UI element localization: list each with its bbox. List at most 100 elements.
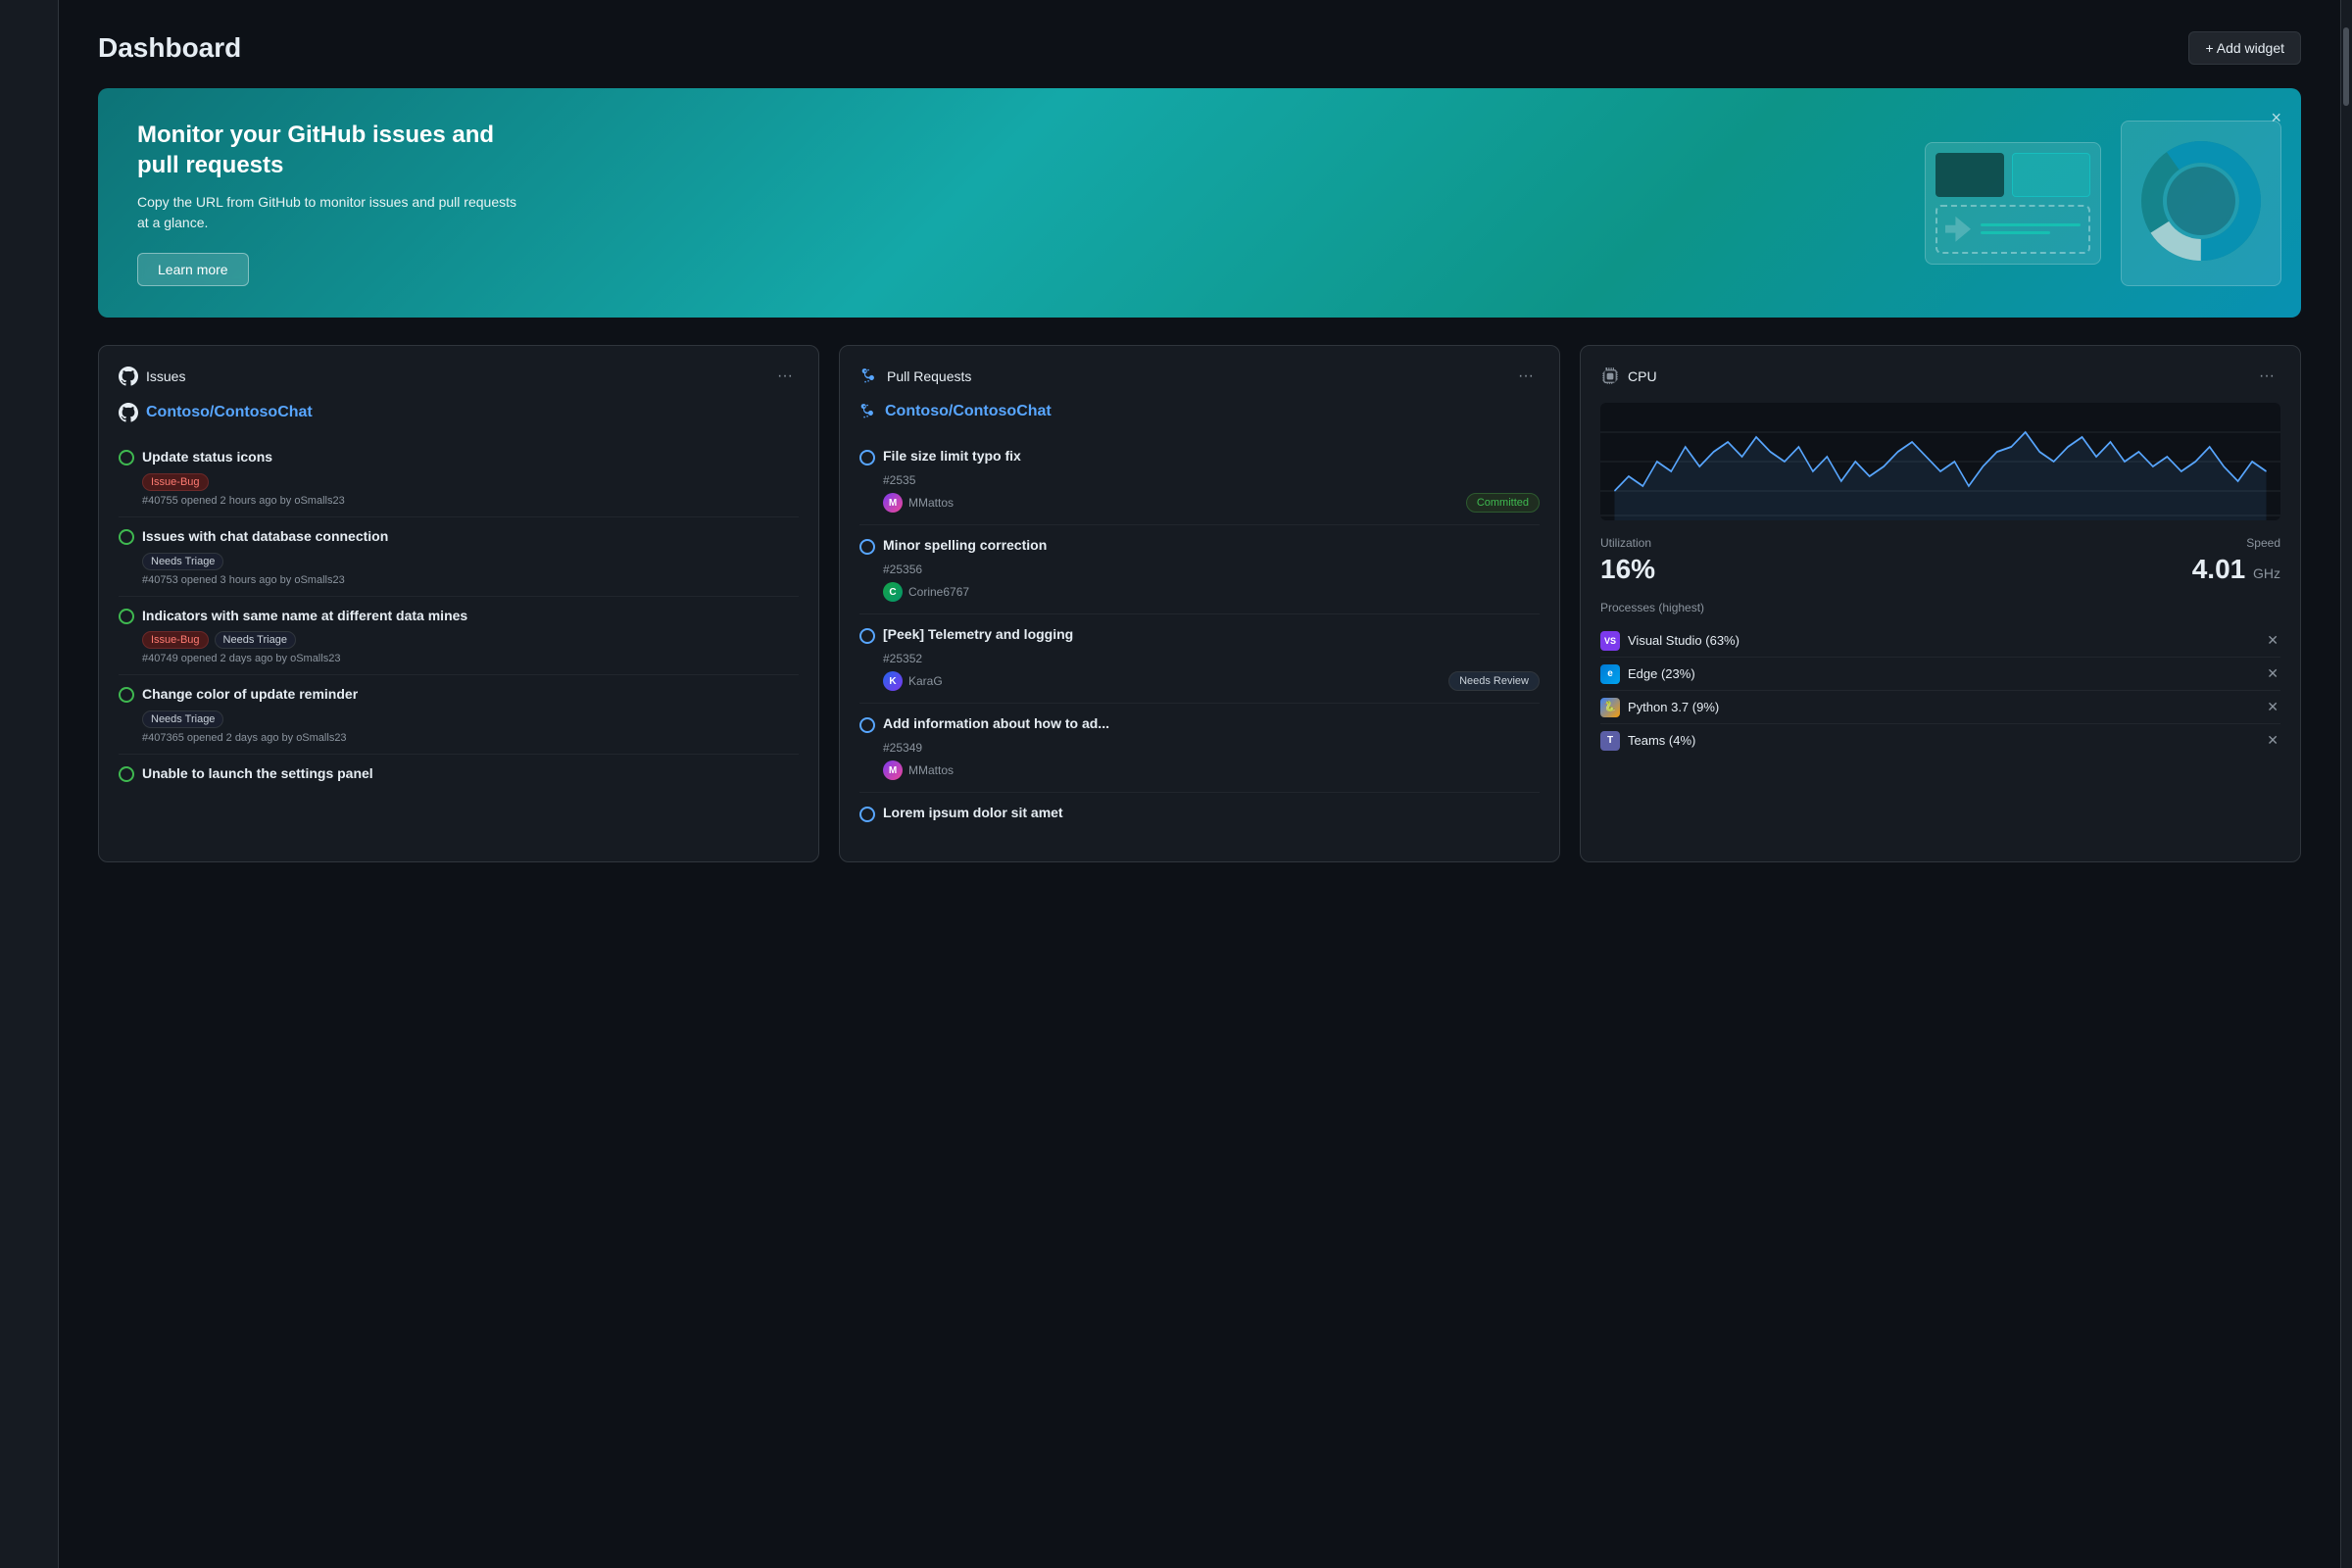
pr-number-2: #25352	[883, 652, 1540, 665]
speed-stat: Speed 4.01 GHz	[2192, 536, 2280, 585]
pr-user-0: M MMattos	[883, 493, 954, 513]
pr-number-3: #25349	[883, 741, 1540, 755]
process-left-3: T Teams (4%)	[1600, 731, 1695, 751]
pr-status-icon-0	[859, 450, 875, 466]
cpu-widget-title: CPU	[1628, 368, 1657, 384]
issue-meta-3: #407365 opened 2 days ago by oSmalls23	[142, 732, 799, 744]
banner-graphics	[1925, 121, 2301, 286]
process-item-1: e Edge (23%) ✕	[1600, 658, 2280, 691]
pr-user-1: C Corine6767	[883, 582, 969, 602]
issues-title-row: Issues	[119, 367, 185, 386]
issue-tag-triage-1: Needs Triage	[142, 553, 223, 570]
issue-meta-2: #40749 opened 2 days ago by oSmalls23	[142, 653, 799, 664]
issue-item-1: Issues with chat database connection Nee…	[119, 517, 799, 597]
pr-status-icon-4	[859, 807, 875, 822]
issues-repo-name: Contoso/ContosoChat	[146, 404, 313, 421]
issues-repo-icon	[119, 403, 138, 422]
cpu-menu-button[interactable]: ···	[2253, 366, 2280, 387]
issues-widget-header: Issues ···	[119, 366, 799, 387]
issue-title-0: Update status icons	[142, 448, 272, 467]
process-item-0: VS Visual Studio (63%) ✕	[1600, 624, 2280, 658]
issue-item-2: Indicators with same name at different d…	[119, 597, 799, 676]
pr-username-1: Corine6767	[908, 585, 969, 599]
issues-menu-button[interactable]: ···	[771, 366, 799, 387]
issue-title-2: Indicators with same name at different d…	[142, 607, 467, 626]
pr-user-row-1: C Corine6767	[883, 582, 1540, 602]
banner-description: Copy the URL from GitHub to monitor issu…	[137, 192, 529, 233]
pr-widget-icon	[859, 367, 879, 386]
banner-content: Monitor your GitHub issues and pull requ…	[137, 120, 529, 286]
pr-title-row: Pull Requests	[859, 367, 971, 386]
main-content: Dashboard + Add widget × Monitor your Gi…	[59, 0, 2340, 1568]
process-item-3: T Teams (4%) ✕	[1600, 724, 2280, 757]
issue-status-icon-3	[119, 687, 134, 703]
right-scrollbar[interactable]	[2340, 0, 2352, 1568]
edge-icon: e	[1600, 664, 1620, 684]
pr-avatar-3: M	[883, 760, 903, 780]
process-name-3: Teams (4%)	[1628, 733, 1695, 748]
pr-status-badge-0: Committed	[1466, 493, 1540, 513]
cpu-stats: Utilization 16% Speed 4.01 GHz	[1600, 536, 2280, 585]
issue-item-0: Update status icons Issue-Bug #40755 ope…	[119, 438, 799, 517]
pr-title-0: File size limit typo fix	[883, 448, 1021, 464]
pr-user-row-3: M MMattos	[883, 760, 1540, 780]
pr-title-2: [Peek] Telemetry and logging	[883, 626, 1073, 642]
issue-tag-triage-2: Needs Triage	[215, 631, 296, 649]
cpu-widget-header: CPU ···	[1600, 366, 2280, 387]
pr-avatar-1: C	[883, 582, 903, 602]
utilization-stat: Utilization 16%	[1600, 536, 1655, 585]
teams-icon: T	[1600, 731, 1620, 751]
pr-repo-link[interactable]: Contoso/ContosoChat	[859, 403, 1540, 420]
pr-menu-button[interactable]: ···	[1512, 366, 1540, 387]
issues-widget-title: Issues	[146, 368, 185, 384]
scrollbar-thumb[interactable]	[2343, 27, 2349, 106]
python-icon: 🐍	[1600, 698, 1620, 717]
process-close-1[interactable]: ✕	[2265, 663, 2280, 684]
issues-repo-link[interactable]: Contoso/ContosoChat	[119, 403, 799, 422]
pr-status-icon-1	[859, 539, 875, 555]
issue-status-icon-4	[119, 766, 134, 782]
pr-item-3: Add information about how to ad... #2534…	[859, 704, 1540, 793]
issue-tag-triage-3: Needs Triage	[142, 710, 223, 728]
promo-banner: × Monitor your GitHub issues and pull re…	[98, 88, 2301, 318]
pr-username-3: MMattos	[908, 763, 954, 777]
pr-avatar-0: M	[883, 493, 903, 513]
learn-more-button[interactable]: Learn more	[137, 253, 249, 286]
issue-tag-bug-2: Issue-Bug	[142, 631, 209, 649]
issue-title-4: Unable to launch the settings panel	[142, 764, 373, 784]
process-close-0[interactable]: ✕	[2265, 630, 2280, 651]
visual-studio-icon: VS	[1600, 631, 1620, 651]
pr-status-icon-2	[859, 628, 875, 644]
pr-status-badge-2: Needs Review	[1448, 671, 1540, 691]
widgets-grid: Issues ··· Contoso/ContosoChat Update st…	[98, 345, 2301, 862]
process-item-2: 🐍 Python 3.7 (9%) ✕	[1600, 691, 2280, 724]
pr-widget-title: Pull Requests	[887, 368, 971, 384]
banner-close-button[interactable]: ×	[2267, 104, 2285, 132]
add-widget-button[interactable]: + Add widget	[2188, 31, 2301, 65]
process-close-2[interactable]: ✕	[2265, 697, 2280, 717]
pr-number-1: #25356	[883, 563, 1540, 576]
pr-username-2: KaraG	[908, 674, 943, 688]
pull-requests-widget: Pull Requests ··· Contoso/ContosoChat Fi…	[839, 345, 1560, 862]
process-close-3[interactable]: ✕	[2265, 730, 2280, 751]
issue-item-3: Change color of update reminder Needs Tr…	[119, 675, 799, 755]
speed-value: 4.01 GHz	[2192, 554, 2280, 585]
cpu-title-row: CPU	[1600, 367, 1657, 386]
page-header: Dashboard + Add widget	[98, 31, 2301, 65]
pr-username-0: MMattos	[908, 496, 954, 510]
pr-user-row-2: K KaraG Needs Review	[883, 671, 1540, 691]
issue-status-icon-2	[119, 609, 134, 624]
cpu-widget: CPU ···	[1580, 345, 2301, 862]
issue-tag-bug-0: Issue-Bug	[142, 473, 209, 491]
pr-avatar-2: K	[883, 671, 903, 691]
process-left-0: VS Visual Studio (63%)	[1600, 631, 1740, 651]
pr-repo-icon	[859, 403, 877, 420]
speed-unit: GHz	[2253, 565, 2280, 581]
pr-title-1: Minor spelling correction	[883, 537, 1047, 553]
issue-status-icon-1	[119, 529, 134, 545]
pr-user-row-0: M MMattos Committed	[883, 493, 1540, 513]
pr-user-3: M MMattos	[883, 760, 954, 780]
issue-meta-1: #40753 opened 3 hours ago by oSmalls23	[142, 574, 799, 586]
left-sidebar	[0, 0, 59, 1568]
github-icon	[119, 367, 138, 386]
